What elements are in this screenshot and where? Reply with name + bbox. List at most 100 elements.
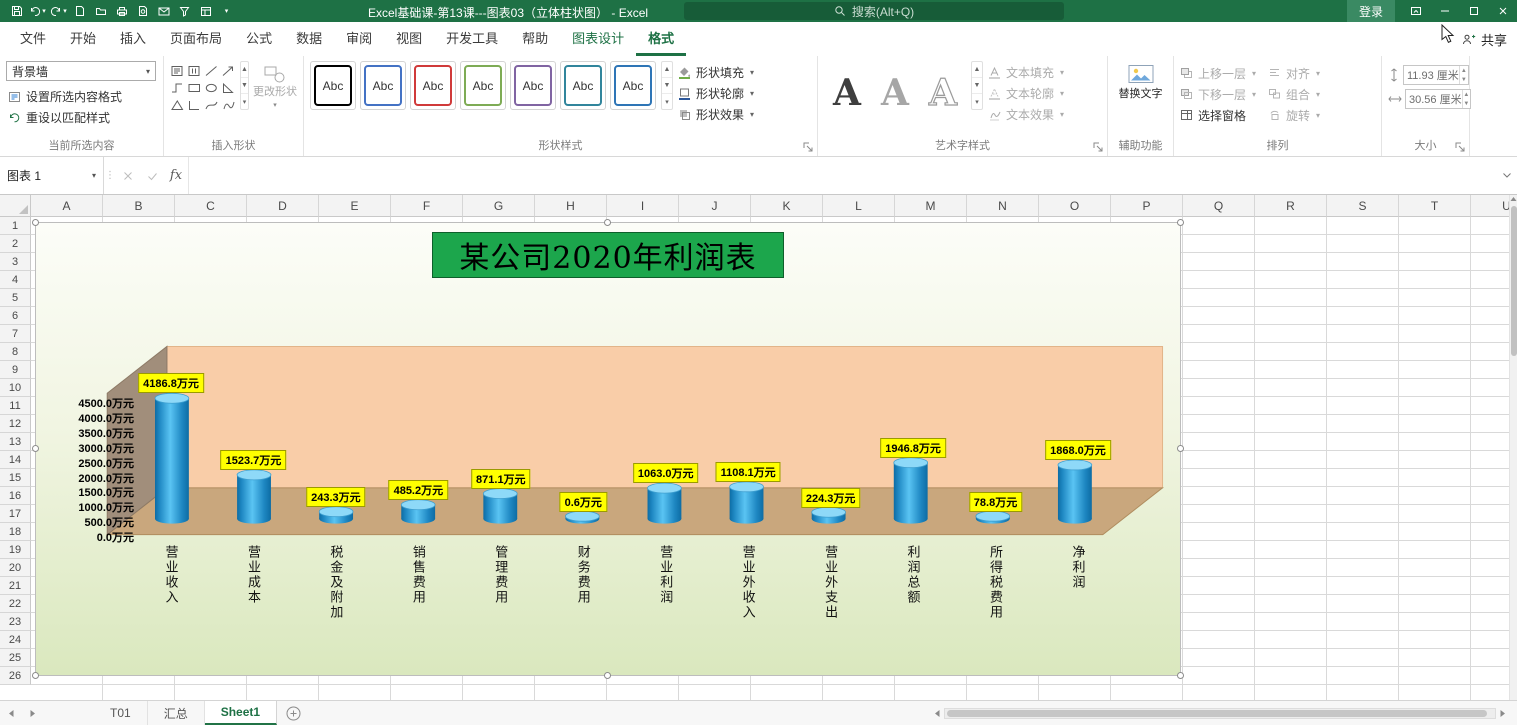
y-axis-tick-label[interactable]: 2000.0万元 [78,473,134,485]
category-label[interactable]: 利润总额 [904,545,923,677]
gallery-more-icon[interactable]: ▾ [972,94,982,109]
print-button[interactable] [111,0,132,22]
data-label[interactable]: 1108.1万元 [715,461,781,482]
y-axis-tick-label[interactable]: 4500.0万元 [78,398,134,410]
reset-to-match-style-button[interactable]: 重设以匹配样式 [6,107,157,128]
row-header-15[interactable]: 15 [0,469,31,487]
chart-title[interactable]: 某公司2020年利润表 [432,232,784,278]
column-header-F[interactable]: F [391,195,463,217]
email-button[interactable] [153,0,174,22]
namebox-splitter[interactable]: ⋮ [104,170,116,181]
row-header-13[interactable]: 13 [0,433,31,451]
row-header-19[interactable]: 19 [0,541,31,559]
name-box[interactable]: 图表 1 ▾ [0,157,104,194]
data-label[interactable]: 243.3万元 [306,486,366,507]
column-header-S[interactable]: S [1327,195,1399,217]
ribbon-tab-home[interactable]: 开始 [58,22,108,56]
scroll-right-icon[interactable] [1499,709,1507,718]
close-button[interactable] [1488,0,1517,22]
vertical-scroll-thumb[interactable] [1510,206,1517,356]
shape-oval-icon[interactable] [204,80,219,95]
row-header-17[interactable]: 17 [0,505,31,523]
step-down-icon[interactable]: ▼ [1463,99,1470,108]
data-label[interactable]: 1063.0万元 [632,463,699,484]
data-label[interactable]: 0.6万元 [559,491,607,512]
resize-handle[interactable] [604,219,611,226]
y-axis-tick-label[interactable]: 500.0万元 [84,517,134,529]
save-button[interactable] [6,0,27,22]
insert-function-button[interactable]: fx [164,157,188,194]
rotate-button[interactable]: 旋转 ▾ [1268,105,1320,125]
shape-arrow-icon[interactable] [221,63,236,78]
data-label[interactable]: 871.1万元 [471,468,531,489]
ribbon-display-options-button[interactable] [1401,0,1430,22]
resize-handle[interactable] [32,219,39,226]
y-axis-tick-label[interactable]: 1000.0万元 [78,502,134,514]
row-header-26[interactable]: 26 [0,667,31,685]
width-stepper[interactable]: ▲ ▼ [1461,90,1470,108]
shape-outline-button[interactable]: 形状轮廓 ▾ [678,83,754,103]
shape-style-preset-4[interactable]: Abc [460,61,506,110]
row-header-12[interactable]: 12 [0,415,31,433]
ribbon-tab-data[interactable]: 数据 [284,22,334,56]
expand-formula-bar-button[interactable] [1497,157,1517,194]
shape-triangle-icon[interactable] [170,97,185,112]
resize-handle[interactable] [1177,445,1184,452]
category-label[interactable]: 营业利润 [656,545,675,677]
ribbon-tab-review[interactable]: 审阅 [334,22,384,56]
shape-style-preset-7[interactable]: Abc [610,61,656,110]
column-header-G[interactable]: G [463,195,535,217]
vertical-scrollbar[interactable] [1509,195,1517,700]
column-header-I[interactable]: I [607,195,679,217]
row-header-4[interactable]: 4 [0,271,31,289]
column-header-C[interactable]: C [175,195,247,217]
shape-right-triangle-icon[interactable] [221,80,236,95]
y-axis-tick-label[interactable]: 2500.0万元 [78,458,134,470]
height-input[interactable]: 11.93 厘米 ▲ ▼ [1403,65,1469,85]
shape-line-icon[interactable] [204,63,219,78]
row-header-24[interactable]: 24 [0,631,31,649]
redo-button[interactable]: ▾ [48,0,69,22]
row-header-3[interactable]: 3 [0,253,31,271]
row-header-16[interactable]: 16 [0,487,31,505]
scroll-down-icon[interactable]: ▼ [241,78,248,94]
search-box[interactable]: 搜索(Alt+Q) [684,2,1064,20]
shape-text-box-icon[interactable] [170,63,185,78]
format-selection-button[interactable]: 设置所选内容格式 [6,86,157,107]
row-header-11[interactable]: 11 [0,397,31,415]
ribbon-tab-insert[interactable]: 插入 [108,22,158,56]
wordart-dialog-launcher[interactable] [1092,141,1104,153]
data-label[interactable]: 1946.8万元 [880,437,946,458]
ribbon-tab-developer[interactable]: 开发工具 [434,22,510,56]
data-label[interactable]: 1868.0万元 [1045,440,1111,461]
ribbon-tab-formulas[interactable]: 公式 [234,22,284,56]
scroll-left-icon[interactable] [933,709,941,718]
sheet-prev-button[interactable] [0,701,22,725]
filter-button[interactable] [174,0,195,22]
column-header-D[interactable]: D [247,195,319,217]
scroll-up-icon[interactable]: ▲ [241,62,248,78]
resize-handle[interactable] [32,445,39,452]
step-up-icon[interactable]: ▲ [1460,66,1468,75]
step-down-icon[interactable]: ▼ [1460,75,1468,84]
shape-styles-dialog-launcher[interactable] [802,141,814,153]
row-header-25[interactable]: 25 [0,649,31,667]
column-header-U[interactable]: U [1471,195,1509,217]
wordart-style-dark[interactable]: A [824,67,870,119]
column-header-B[interactable]: B [103,195,175,217]
category-label[interactable]: 营业收入 [162,545,181,677]
row-header-22[interactable]: 22 [0,595,31,613]
row-header-9[interactable]: 9 [0,361,31,379]
column-header-A[interactable]: A [31,195,103,217]
sheet-tab-sheet1[interactable]: Sheet1 [204,701,278,725]
shape-rectangle-icon[interactable] [187,80,202,95]
print-preview-button[interactable] [132,0,153,22]
column-header-M[interactable]: M [895,195,967,217]
category-label[interactable]: 营业外支出 [821,545,840,677]
wordart-style-gray[interactable]: A [872,67,918,119]
category-label[interactable]: 销售费用 [409,545,428,677]
y-axis-tick-label[interactable]: 4000.0万元 [78,413,134,425]
shape-style-preset-5[interactable]: Abc [510,61,556,110]
select-all-button[interactable] [0,195,31,217]
row-header-21[interactable]: 21 [0,577,31,595]
